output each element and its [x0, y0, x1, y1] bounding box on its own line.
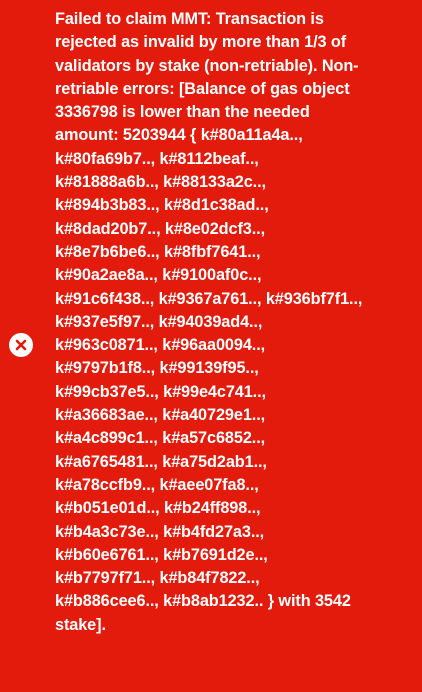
error-message: Failed to claim MMT: Transaction is reje…: [55, 10, 363, 634]
error-toast: Failed to claim MMT: Transaction is reje…: [0, 0, 422, 692]
close-circle-icon[interactable]: [9, 333, 33, 357]
